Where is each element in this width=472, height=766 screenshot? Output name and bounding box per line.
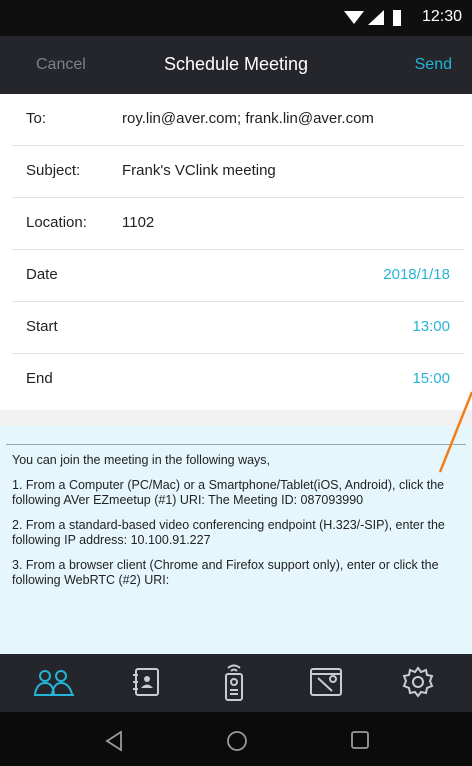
send-button[interactable]: Send [415,56,452,74]
contacts-tab[interactable] [124,662,168,702]
app-header: Cancel Schedule Meeting Send [0,36,472,94]
body-rule [6,444,466,445]
page-title: Schedule Meeting [163,54,309,74]
remote-icon [225,664,243,701]
location-label: Location: [26,214,87,231]
people-icon [34,670,74,696]
recents-icon[interactable] [350,730,370,750]
subject-label: Subject: [26,162,81,179]
start-value[interactable]: 13:00 [412,318,450,335]
wifi-icon [344,11,364,24]
subject-row[interactable]: Subject: Frank's VClink meeting [12,146,464,198]
body-text[interactable]: You can join the meeting in the followin… [12,453,456,598]
end-value[interactable]: 15:00 [412,370,450,387]
body-item-3: 3. From a browser client (Chrome and Fir… [12,558,439,587]
remote-tab[interactable] [212,662,256,702]
bottom-tab-bar [0,654,472,712]
date-label: Date [26,266,58,283]
end-row[interactable]: End 15:00 [12,354,464,406]
body-item-2: 2. From a standard-based video conferenc… [12,518,445,547]
tools-tab[interactable] [304,662,348,702]
settings-icon [402,666,434,698]
battery-icon [393,10,401,26]
android-nav-bar [0,712,472,766]
end-label: End [26,370,53,387]
location-row[interactable]: Location: 1102 [12,198,464,250]
tools-icon [310,668,342,696]
to-row[interactable]: To: roy.lin@aver.com; frank.lin@aver.com [12,94,464,146]
back-icon[interactable] [104,730,124,752]
location-field[interactable]: 1102 [122,214,154,231]
status-bar: 12:30 [0,0,472,36]
start-row[interactable]: Start 13:00 [12,302,464,354]
signal-icon [368,10,384,25]
body-intro: You can join the meeting in the followin… [12,453,271,467]
home-icon[interactable] [226,730,248,752]
body-item-1: 1. From a Computer (PC/Mac) or a Smartph… [12,478,445,507]
meeting-form: To: roy.lin@aver.com; frank.lin@aver.com… [12,94,464,406]
contacts-icon [133,668,159,696]
settings-tab[interactable] [396,662,440,702]
start-label: Start [26,318,58,335]
subject-field[interactable]: Frank's VClink meeting [122,162,276,179]
status-icons [344,10,401,26]
status-time: 12:30 [421,8,462,25]
date-row[interactable]: Date 2018/1/18 [12,250,464,302]
people-tab[interactable] [32,662,76,702]
to-label: To: [26,110,47,127]
date-value[interactable]: 2018/1/18 [383,266,450,283]
to-field[interactable]: roy.lin@aver.com; frank.lin@aver.com [122,110,374,127]
